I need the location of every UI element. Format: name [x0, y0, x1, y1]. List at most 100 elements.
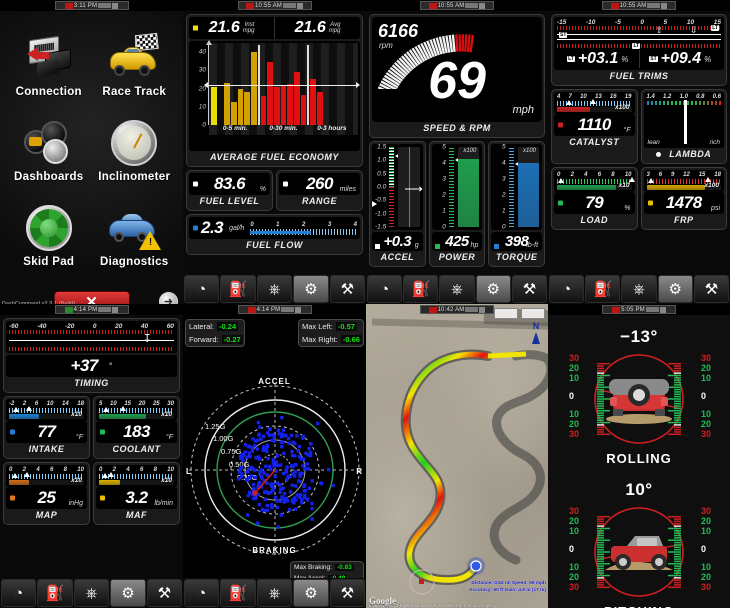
svg-text:20: 20 — [569, 572, 579, 582]
next-arrow-icon[interactable]: ➜ — [159, 292, 178, 304]
scale-tick: 10 — [109, 401, 117, 407]
lt-badge-top: LT — [711, 25, 719, 31]
fuel-trims-card[interactable]: -15 -10 -5 0 5 10 15 LT ⇧ ⇩ ST LT LT +03… — [551, 14, 727, 86]
braking-label: BRAKING — [252, 546, 297, 555]
toolbar-button-steering-wheel[interactable]: ⎈ — [439, 275, 475, 303]
jeep-side-icon — [601, 526, 677, 578]
engine-icon: ⚙ — [304, 585, 318, 602]
toolbar-button-steering-wheel[interactable]: ⎈ — [73, 579, 110, 607]
svg-text:10: 10 — [569, 409, 579, 419]
vgauge-tick: 1.0 — [377, 156, 387, 164]
toolbar-engine[interactable]: ◔ ⛽ ⎈ ⚙ ⚒ — [0, 578, 183, 608]
fuel-level-card[interactable]: 83.6 % FUEL LEVEL — [186, 170, 273, 211]
lambda-card[interactable]: 1.4 1.2 1.0 0.8 0.6 lean rich LAMBDA — [640, 89, 727, 164]
toolbar-button-wrench[interactable]: ⚒ — [693, 275, 730, 303]
home-item-dashboards[interactable]: Dashboards — [6, 108, 92, 193]
toolbar-button-engine[interactable]: ⚙ — [475, 275, 511, 303]
vgauge-tick: 1.5 — [377, 143, 387, 151]
home-item-race-track[interactable]: Race Track — [92, 23, 178, 108]
toolbar-speed[interactable]: ◔ ⛽ ⎈ ⚙ ⚒ — [366, 274, 548, 304]
toolbar-button-engine[interactable]: ⚙ — [293, 579, 329, 607]
vgauge-tick: 0.5 — [377, 170, 387, 178]
fuel-flow-card[interactable]: 2.3 gal/h 0 1 2 3 4 FUEL FLOW — [186, 214, 363, 255]
map-card[interactable]: 0 2 4 6 8 10 x10 25 inHg MAP — [3, 462, 90, 525]
scale-fill — [646, 185, 705, 190]
toolbar-button-fuel-pump[interactable]: ⛽ — [585, 275, 621, 303]
frp-card[interactable]: 3 6 9 12 15 18 x100 1478 psi FRP — [640, 167, 727, 230]
scale-marker — [565, 100, 572, 105]
long-term-trim: LT +03.1 % — [557, 50, 639, 68]
scale-ticks: 0 2 4 6 8 10 — [557, 172, 632, 178]
status-time: 10:42 AM — [437, 306, 465, 313]
chart-x-label: 0-30 min. — [269, 125, 298, 132]
toolbar-button-wrench[interactable]: ⚒ — [329, 579, 366, 607]
toolbar-button-engine[interactable]: ⚙ — [293, 275, 329, 303]
toolbar-button-wrench[interactable]: ⚒ — [329, 275, 366, 303]
timing-card[interactable]: -60 -40 -20 0 20 40 60 ↧ +37 ° TIMING — [3, 318, 180, 393]
avg-unit-line1: Avg — [330, 21, 341, 28]
toolbar-button-steering-wheel[interactable]: ⎈ — [621, 275, 657, 303]
toolbar-button-gauge[interactable]: ◔ — [549, 275, 585, 303]
toolbar-button-gauge[interactable]: ◔ — [367, 275, 403, 303]
home-item-connection[interactable]: Connection — [6, 23, 92, 108]
vgauge-unit: hp — [470, 242, 479, 249]
steering-wheel-icon: ⎈ — [268, 584, 281, 602]
load-card[interactable]: 0 2 4 6 8 10 x10 79 % LOAD — [551, 167, 638, 230]
scale-tick: 14 — [62, 401, 69, 407]
gauge-icon: ◔ — [380, 280, 390, 298]
fuel-flow-tick: 4 — [353, 221, 357, 228]
scale-tick: -60 — [9, 323, 19, 330]
toolbar-fuel[interactable]: ◔ ⛽ ⎈ ⚙ ⚒ — [183, 274, 366, 304]
range-card[interactable]: 260 miles RANGE — [276, 170, 363, 211]
vgauge-tick: 3 — [442, 175, 446, 183]
home-item-inclinometer[interactable]: Inclinometer — [92, 108, 178, 193]
toolbar-button-engine[interactable]: ⚙ — [110, 579, 146, 607]
maf-card[interactable]: 0 2 4 6 8 10 x10 3.2 lb/min MAF — [93, 462, 180, 525]
max-braking-row: Max Braking: -0.83 — [294, 564, 360, 571]
vgauge-accel[interactable]: 1.5 1.0 0.5 0.0 -0.5 -1.0 -1.5 ⟶ +0.3 g ACCEL — [369, 141, 426, 267]
scale-multiplier: x10 — [71, 477, 82, 484]
chart-bar — [294, 71, 300, 125]
toolbar-skidpad[interactable]: ◔ ⛽ ⎈ ⚙ ⚒ — [183, 578, 366, 608]
toolbar-button-fuel-pump[interactable]: ⛽ — [403, 275, 439, 303]
toolbar-button-engine[interactable]: ⚙ — [657, 275, 693, 303]
toolbar-button-steering-wheel[interactable]: ⎈ — [256, 275, 293, 303]
status-square-icon — [295, 306, 302, 313]
satellite-map[interactable]: 10:42 AM N Distance: 0.62 mi Speed: 69 m… — [366, 304, 548, 608]
home-item-label: Dashboards — [14, 170, 84, 183]
speed-rpm-card[interactable]: 6166 rpm 69 mph SPEED & RPM — [369, 14, 545, 138]
catalyst-card[interactable]: 4 7 10 13 16 19 x100 1110 °F CATALYST — [551, 89, 638, 164]
toolbar-button-gauge[interactable]: ◔ — [184, 275, 220, 303]
toolbar-button-steering-wheel[interactable]: ⎈ — [256, 579, 293, 607]
coolant-title: COOLANT — [112, 444, 161, 454]
scale-marker-2 — [120, 406, 126, 411]
toolbar-button-fuel-pump[interactable]: ⛽ — [220, 275, 256, 303]
vgauge-torque[interactable]: 5 4 3 2 1 0 x100 398 lb-ft TORQUE — [488, 141, 546, 267]
gauge-icon: ◔ — [562, 280, 572, 298]
home-item-diagnostics[interactable]: ! Diagnostics — [92, 194, 178, 279]
map-overlay — [371, 308, 548, 595]
toolbar-button-fuel-pump[interactable]: ⛽ — [37, 579, 73, 607]
toolbar-button-wrench[interactable]: ⚒ — [511, 275, 548, 303]
range-title: RANGE — [301, 196, 337, 206]
wrench-icon: ⚒ — [704, 281, 719, 298]
scale-tick: 8 — [63, 467, 67, 473]
catalyst-unit: °F — [623, 127, 631, 134]
fuel-economy-card[interactable]: 21.6 Inst mpg 21.6 Avg mpg 0 10 20 30 40… — [186, 14, 363, 167]
chart-bar — [267, 61, 274, 125]
toolbar-button-gauge[interactable]: ◔ — [1, 579, 37, 607]
vgauge-marker-2 — [372, 201, 377, 208]
svg-text:10: 10 — [701, 373, 711, 383]
toolbar-button-gauge[interactable]: ◔ — [184, 579, 220, 607]
vgauge-fill-area: x100 — [457, 147, 480, 227]
toolbar-button-wrench[interactable]: ⚒ — [146, 579, 183, 607]
coolant-card[interactable]: 5 10 15 20 25 30 x10 183 °F COOLANT — [93, 396, 180, 459]
gauge-icon: ◔ — [197, 280, 207, 298]
home-item-skid-pad[interactable]: Skid Pad — [6, 194, 92, 279]
scale-fill-area: x100 — [646, 182, 721, 190]
toolbar-trims[interactable]: ◔ ⛽ ⎈ ⚙ ⚒ — [548, 274, 730, 304]
vgauge-power[interactable]: 5 4 3 2 1 0 x100 425 hp POWER — [428, 141, 486, 267]
toolbar-button-fuel-pump[interactable]: ⛽ — [220, 579, 256, 607]
home-item-label: Diagnostics — [100, 256, 169, 269]
intake-card[interactable]: -2 2 6 10 14 18 x10 77 °F INTAKE — [3, 396, 90, 459]
